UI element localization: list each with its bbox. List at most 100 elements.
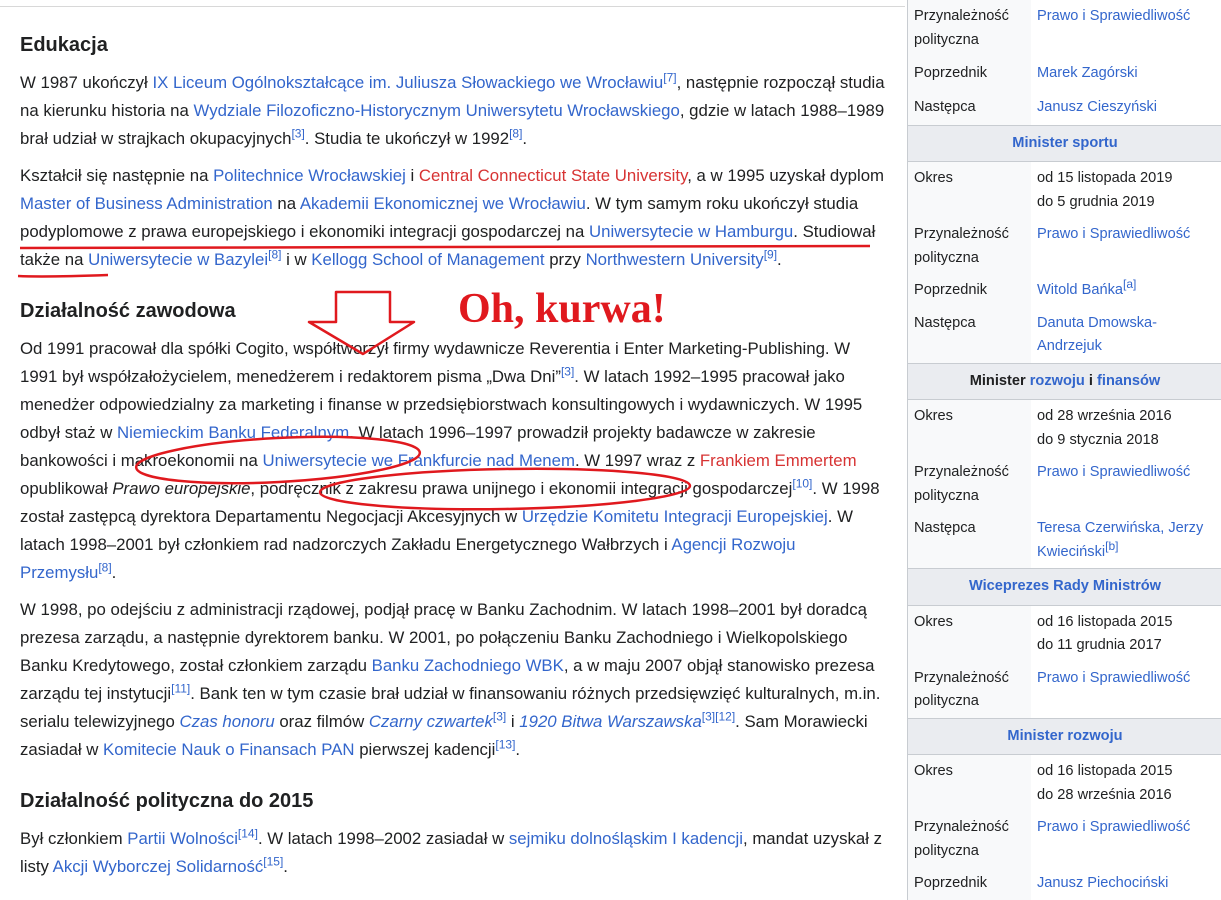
note-b[interactable]: [b]	[1105, 539, 1118, 553]
infobox-value: Witold Bańka[a]	[1031, 274, 1221, 307]
infobox-value: Danuta Dmowska-Andrzejuk	[1031, 306, 1221, 363]
link-rozwoj[interactable]: rozwoju	[1030, 373, 1085, 389]
article-content: Edukacja W 1987 ukończył IX Liceum Ogóln…	[20, 20, 890, 881]
infobox-value: od 16 listopada 2015 do 28 września 2016	[1031, 754, 1221, 811]
link-bzwbk[interactable]: Banku Zachodniego WBK	[372, 656, 564, 675]
infobox-label: Następca	[914, 99, 976, 115]
link-ccsu[interactable]: Central Connecticut State University	[419, 166, 687, 185]
infobox-value: Prawo i Sprawiedliwość	[1031, 456, 1221, 512]
infobox-row: Poprzednik Witold Bańka[a]	[908, 274, 1221, 307]
link-pis[interactable]: Prawo i Sprawiedliwość	[1037, 226, 1190, 242]
link-pis[interactable]: Prawo i Sprawiedliwość	[1037, 8, 1190, 24]
link-pis[interactable]: Prawo i Sprawiedliwość	[1037, 464, 1190, 480]
link-cieszynski[interactable]: Janusz Cieszyński	[1037, 99, 1157, 115]
ref-9[interactable]: [9]	[764, 247, 777, 261]
link-kellogg[interactable]: Kellogg School of Management	[311, 250, 544, 269]
link-banka[interactable]: Witold Bańka	[1037, 282, 1123, 298]
infobox-label: Przynależność polityczna	[914, 8, 1009, 48]
infobox-value: od 15 listopada 2019 do 5 grudnia 2019	[1031, 161, 1221, 218]
infobox-row: Następca Janusz Cieszyński	[908, 91, 1221, 125]
infobox-row: Poprzednik Janusz Piechociński	[908, 867, 1221, 900]
infobox-label: Następca	[914, 314, 976, 331]
infobox-value: Janusz Cieszyński	[1031, 91, 1221, 125]
infobox-value: od 16 listopada 2015 do 11 grudnia 2017	[1031, 605, 1221, 662]
infobox-row: Przynależność polityczna Prawo i Sprawie…	[908, 811, 1221, 867]
paragraph-edukacja-2: Kształcił się następnie na Politechnice …	[20, 166, 885, 269]
link-1920[interactable]: 1920 Bitwa Warszawska	[519, 712, 702, 731]
ref-8[interactable]: [8]	[98, 560, 111, 574]
infobox-value: Teresa Czerwińska, Jerzy Kwieciński[b]	[1031, 512, 1221, 569]
infobox-header-wicepremier: Wiceprezes Rady Ministrów	[908, 568, 1221, 606]
ref-14[interactable]: [14]	[238, 826, 258, 840]
link-liceum[interactable]: IX Liceum Ogólnokształcące im. Juliusza …	[152, 73, 663, 92]
link-hamburg[interactable]: Uniwersytecie w Hamburgu	[589, 222, 793, 241]
link-czerwinska-kwiecinski[interactable]: Teresa Czerwińska, Jerzy Kwieciński	[1037, 520, 1203, 560]
ref-11[interactable]: [11]	[171, 681, 190, 695]
link-wydzial[interactable]: Wydziale Filozoficzno-Historycznym Uniwe…	[194, 101, 680, 120]
ref-8[interactable]: [8]	[509, 126, 522, 140]
ref-7[interactable]: [7]	[663, 70, 676, 84]
ref-10[interactable]: [10]	[792, 476, 812, 490]
link-akademia[interactable]: Akademii Ekonomicznej we Wrocławiu	[300, 194, 586, 213]
infobox-row: Okres od 15 listopada 2019 do 5 grudnia 2…	[908, 161, 1221, 218]
infobox-label: Okres	[914, 170, 953, 186]
link-knof-pan[interactable]: Komitecie Nauk o Finansach PAN	[103, 740, 355, 759]
link-frankfurt[interactable]: Uniwersytecie we Frankfurcie nad Menem	[263, 451, 575, 470]
link-zagorski[interactable]: Marek Zagórski	[1037, 65, 1138, 81]
link-dmowska[interactable]: Danuta Dmowska-Andrzejuk	[1037, 315, 1157, 355]
ref-12[interactable]: [12]	[715, 709, 735, 723]
note-a[interactable]: [a]	[1123, 277, 1136, 291]
link-minister-rozwoju[interactable]: Minister rozwoju	[1007, 728, 1122, 744]
ref-3[interactable]: [3]	[702, 709, 715, 723]
infobox-row: Następca Teresa Czerwińska, Jerzy Kwieci…	[908, 512, 1221, 569]
paragraph-polityczna-1: Był członkiem Partii Wolności[14]. W lat…	[20, 826, 882, 876]
paragraph-zawodowa-1: Od 1991 pracował dla spółki Cogito, wspó…	[20, 339, 880, 582]
link-czarny-czwartek[interactable]: Czarny czwartek	[369, 712, 493, 731]
link-bundesbank[interactable]: Niemieckim Banku Federalnym	[117, 423, 349, 442]
link-pis[interactable]: Prawo i Sprawiedliwość	[1037, 670, 1190, 686]
infobox-row: Przynależność polityczna Prawo i Sprawie…	[908, 0, 1221, 57]
infobox-label: Okres	[914, 763, 953, 779]
infobox-label: Przynależność polityczna	[914, 819, 1009, 859]
infobox-row: Przynależność polityczna Prawo i Sprawie…	[908, 456, 1221, 512]
ref-3[interactable]: [3]	[493, 709, 506, 723]
infobox-row: Okres od 28 września 2016 do 9 stycznia 2…	[908, 399, 1221, 456]
infobox-table: Przynależność polityczna Prawo i Sprawie…	[908, 0, 1221, 900]
ref-8[interactable]: [8]	[268, 247, 281, 261]
ref-3[interactable]: [3]	[561, 364, 574, 378]
section-heading-edukacja: Edukacja	[20, 34, 108, 56]
book-title: Prawo europejskie	[112, 479, 251, 498]
link-ukie[interactable]: Urzędzie Komitetu Integracji Europejskie…	[522, 507, 828, 526]
link-finanse[interactable]: finansów	[1097, 373, 1160, 389]
infobox-label: Przynależność polityczna	[914, 669, 1009, 710]
paragraph-zawodowa-2: W 1998, po odejściu z administracji rząd…	[20, 600, 881, 759]
link-minister-sportu[interactable]: Minister sportu	[1012, 135, 1117, 151]
link-emmert[interactable]: Frankiem Emmertem	[700, 451, 857, 470]
infobox-row: Okres od 16 listopada 2015 do 11 grudnia …	[908, 605, 1221, 662]
link-bazylea[interactable]: Uniwersytecie w Bazylei	[88, 250, 268, 269]
link-pis[interactable]: Prawo i Sprawiedliwość	[1037, 819, 1190, 835]
ref-13[interactable]: [13]	[495, 737, 515, 751]
annotation-text: Oh, kurwa!	[458, 286, 666, 332]
section-heading-polityczna: Działalność polityczna do 2015	[20, 790, 314, 812]
infobox-label: Okres	[914, 408, 953, 424]
link-aws[interactable]: Akcji Wyborczej Solidarność	[53, 857, 264, 876]
link-partia-wolnosci[interactable]: Partii Wolności	[127, 829, 238, 848]
link-northwestern[interactable]: Northwestern University	[586, 250, 764, 269]
link-piechocinski[interactable]: Janusz Piechociński	[1037, 875, 1168, 891]
infobox-value: Prawo i Sprawiedliwość	[1031, 0, 1221, 57]
paragraph-edukacja-1: W 1987 ukończył IX Liceum Ogólnokształcą…	[20, 70, 885, 148]
link-politechnika[interactable]: Politechnice Wrocławskiej	[213, 166, 406, 185]
infobox-value: Janusz Piechociński	[1031, 867, 1221, 900]
link-wicepremier[interactable]: Wiceprezes Rady Ministrów	[969, 578, 1161, 594]
section-heading-zawodowa: Działalność zawodowa	[20, 300, 236, 322]
infobox-value: Prawo i Sprawiedliwość	[1031, 218, 1221, 274]
link-czas-honoru[interactable]: Czas honoru	[180, 712, 275, 731]
ref-15[interactable]: [15]	[263, 854, 283, 868]
link-sejmik[interactable]: sejmiku dolnośląskim I kadencji	[509, 829, 743, 848]
ref-3[interactable]: [3]	[291, 126, 304, 140]
infobox-label: Okres	[914, 613, 953, 630]
link-mba[interactable]: Master of Business Administration	[20, 194, 273, 213]
infobox-value: Prawo i Sprawiedliwość	[1031, 661, 1221, 718]
infobox-value: Prawo i Sprawiedliwość	[1031, 811, 1221, 867]
